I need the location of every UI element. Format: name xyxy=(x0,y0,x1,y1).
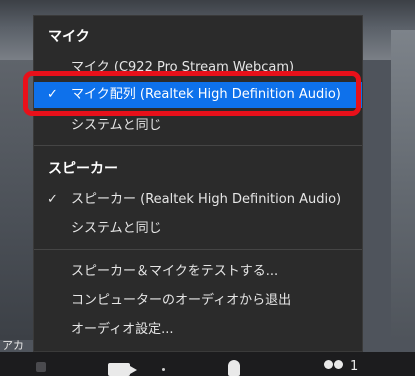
mic-option-system[interactable]: システムと同じ xyxy=(34,113,362,139)
video-background-left xyxy=(0,60,34,340)
security-shield-icon[interactable] xyxy=(228,360,240,376)
audio-options-caret-icon[interactable] xyxy=(36,362,46,372)
speaker-option-label: システムと同じ xyxy=(71,221,162,236)
checkmark-icon: ✓ xyxy=(47,192,58,207)
menu-divider xyxy=(34,145,362,146)
video-background-right xyxy=(391,30,415,340)
microphone-section-header: マイク xyxy=(48,29,90,45)
mic-option-realtek[interactable]: ✓ マイク配列 (Realtek High Definition Audio) xyxy=(34,82,362,108)
action-label: オーディオ設定... xyxy=(71,322,174,337)
action-label: コンピューターのオーディオから退出 xyxy=(71,293,292,308)
participants-icon[interactable] xyxy=(324,360,346,376)
video-camera-icon[interactable] xyxy=(108,363,137,376)
test-speaker-mic-item[interactable]: スピーカー＆マイクをテストする... xyxy=(34,259,362,285)
audio-settings-item[interactable]: オーディオ設定... xyxy=(34,317,362,343)
mic-option-label: マイク (C922 Pro Stream Webcam) xyxy=(71,60,295,75)
audio-menu: マイク マイク (C922 Pro Stream Webcam) ✓ マイク配列… xyxy=(33,15,363,352)
speaker-option-label: スピーカー (Realtek High Definition Audio) xyxy=(71,192,342,207)
checkmark-icon: ✓ xyxy=(47,87,58,102)
speaker-option-system[interactable]: システムと同じ xyxy=(34,216,362,242)
speaker-option-realtek[interactable]: ✓ スピーカー (Realtek High Definition Audio) xyxy=(34,187,362,213)
speaker-section-header: スピーカー xyxy=(48,161,118,177)
meeting-toolbar: 1 xyxy=(0,352,415,376)
leave-computer-audio-item[interactable]: コンピューターのオーディオから退出 xyxy=(34,288,362,314)
mic-option-label: システムと同じ xyxy=(71,118,162,133)
mic-option-label: マイク配列 (Realtek High Definition Audio) xyxy=(71,87,341,102)
participant-count: 1 xyxy=(350,359,359,374)
participant-name-label: アカ xyxy=(2,339,24,352)
video-options-caret-icon[interactable] xyxy=(162,368,165,371)
mic-option-c922[interactable]: マイク (C922 Pro Stream Webcam) xyxy=(34,55,362,81)
action-label: スピーカー＆マイクをテストする... xyxy=(71,264,279,279)
menu-divider xyxy=(34,249,362,250)
